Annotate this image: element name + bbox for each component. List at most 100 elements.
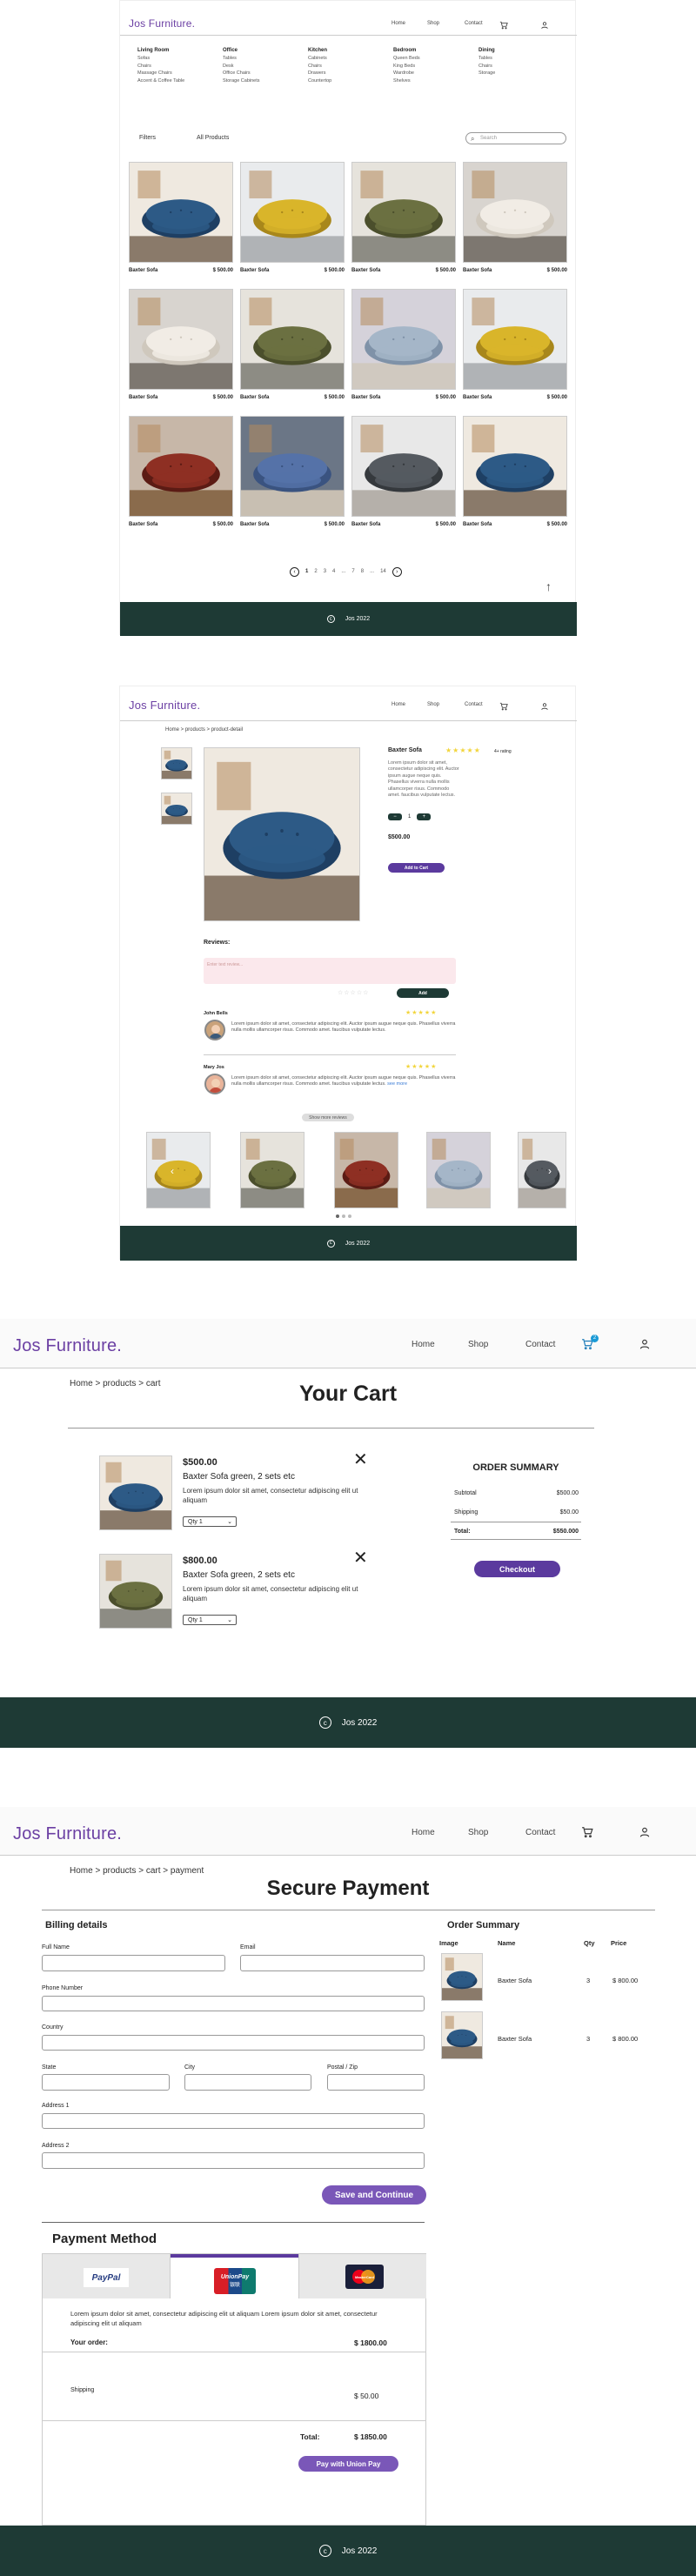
product-image[interactable] bbox=[240, 416, 345, 517]
carousel-dot[interactable] bbox=[342, 1214, 345, 1218]
brand-logo[interactable]: Jos Furniture. bbox=[129, 699, 200, 712]
carousel-item[interactable] bbox=[146, 1132, 211, 1208]
page-number[interactable]: 1 bbox=[305, 569, 308, 574]
nav-home[interactable]: Home bbox=[392, 702, 405, 707]
nav-contact[interactable]: Contact bbox=[525, 1828, 555, 1837]
user-icon[interactable] bbox=[639, 1826, 651, 1843]
menu-item[interactable]: Queen Beds bbox=[393, 56, 476, 61]
product-card[interactable]: Baxter Sofa $ 500.00 bbox=[240, 289, 345, 411]
review-textarea[interactable]: Enter text review... bbox=[204, 958, 456, 984]
product-card[interactable]: Baxter Sofa $ 500.00 bbox=[240, 416, 345, 538]
product-card[interactable]: Baxter Sofa $ 500.00 bbox=[351, 162, 456, 284]
menu-item[interactable]: Tables bbox=[478, 56, 561, 61]
country-field[interactable] bbox=[42, 2035, 425, 2051]
product-image[interactable] bbox=[351, 162, 456, 263]
city-field[interactable] bbox=[184, 2074, 311, 2091]
menu-item[interactable]: Sofas bbox=[137, 56, 220, 61]
page-number[interactable]: 3 bbox=[324, 569, 326, 574]
product-image[interactable] bbox=[129, 416, 233, 517]
product-image[interactable] bbox=[463, 416, 567, 517]
address1-field[interactable] bbox=[42, 2113, 425, 2129]
nav-shop[interactable]: Shop bbox=[468, 1828, 488, 1837]
menu-item[interactable]: Chairs bbox=[308, 64, 391, 69]
product-image[interactable] bbox=[240, 162, 345, 263]
nav-contact[interactable]: Contact bbox=[465, 702, 483, 707]
postal-field[interactable] bbox=[327, 2074, 425, 2091]
search-input[interactable]: ⌕ Search bbox=[465, 132, 566, 144]
page-number[interactable]: 14 bbox=[380, 569, 386, 574]
cart-icon[interactable] bbox=[499, 699, 508, 715]
menu-item[interactable]: Accent & Coffee Table bbox=[137, 78, 220, 84]
full-name-field[interactable] bbox=[42, 1955, 225, 1971]
menu-item[interactable]: Storage Cabinets bbox=[223, 78, 305, 84]
carousel-item[interactable] bbox=[240, 1132, 304, 1208]
product-image[interactable] bbox=[463, 289, 567, 390]
product-image[interactable] bbox=[129, 289, 233, 390]
arrow-up-icon[interactable]: ↑ bbox=[545, 579, 552, 593]
save-continue-button[interactable]: Save and Continue bbox=[322, 2185, 426, 2205]
thumbnail-1[interactable] bbox=[161, 747, 192, 779]
add-review-button[interactable]: Add bbox=[397, 988, 449, 998]
menu-column-title[interactable]: Bedroom bbox=[393, 48, 476, 53]
menu-item[interactable]: Cabinets bbox=[308, 56, 391, 61]
paypal-tab[interactable]: PayPal bbox=[43, 2254, 171, 2298]
product-card[interactable]: Baxter Sofa $ 500.00 bbox=[463, 416, 567, 538]
menu-column-title[interactable]: Dining bbox=[478, 48, 561, 53]
page-number[interactable]: 4 bbox=[332, 569, 335, 574]
menu-item[interactable]: Massage Chairs bbox=[137, 70, 220, 76]
quantity-select[interactable]: Qty 1 ⌄ bbox=[183, 1615, 237, 1625]
carousel-dot[interactable] bbox=[336, 1214, 339, 1218]
nav-shop[interactable]: Shop bbox=[427, 702, 439, 707]
cart-icon[interactable] bbox=[581, 1826, 593, 1843]
nav-shop[interactable]: Shop bbox=[427, 21, 439, 26]
product-card[interactable]: Baxter Sofa $ 500.00 bbox=[463, 289, 567, 411]
carousel-item[interactable] bbox=[334, 1132, 398, 1208]
quantity-select[interactable]: Qty 1 ⌄ bbox=[183, 1516, 237, 1527]
page-number[interactable]: 7 bbox=[351, 569, 354, 574]
product-card[interactable]: Baxter Sofa $ 500.00 bbox=[240, 162, 345, 284]
carousel-next-icon[interactable]: › bbox=[548, 1165, 552, 1177]
phone-field[interactable] bbox=[42, 1996, 425, 2011]
pay-with-unionpay-button[interactable]: Pay with Union Pay bbox=[298, 2456, 398, 2472]
product-card[interactable]: Baxter Sofa $ 500.00 bbox=[129, 416, 233, 538]
page-number[interactable]: 8 bbox=[361, 569, 364, 574]
menu-item[interactable]: Countertop bbox=[308, 78, 391, 84]
next-page-button[interactable]: › bbox=[392, 566, 402, 577]
nav-shop[interactable]: Shop bbox=[468, 1340, 488, 1349]
unionpay-tab[interactable]: UnionPay 银联 bbox=[171, 2254, 298, 2298]
menu-item[interactable]: Tables bbox=[223, 56, 305, 61]
product-card[interactable]: Baxter Sofa $ 500.00 bbox=[351, 289, 456, 411]
review-rating-input[interactable]: ☆☆☆☆☆ bbox=[338, 989, 369, 996]
mastercard-tab[interactable]: MasterCard bbox=[298, 2254, 426, 2298]
user-icon[interactable] bbox=[540, 18, 549, 29]
address2-field[interactable] bbox=[42, 2152, 425, 2169]
brand-logo[interactable]: Jos Furniture. bbox=[13, 1336, 122, 1356]
filters-button[interactable]: Filters bbox=[139, 135, 156, 141]
close-icon[interactable]: ✕ bbox=[353, 1451, 368, 1469]
nav-contact[interactable]: Contact bbox=[465, 21, 483, 26]
menu-item[interactable]: Wardrobe bbox=[393, 70, 476, 76]
email-field[interactable] bbox=[240, 1955, 425, 1971]
close-icon[interactable]: ✕ bbox=[353, 1549, 368, 1567]
add-to-cart-button[interactable]: Add to Cart bbox=[388, 863, 445, 873]
menu-column-title[interactable]: Kitchen bbox=[308, 48, 391, 53]
menu-item[interactable]: Storage bbox=[478, 70, 561, 76]
nav-home[interactable]: Home bbox=[412, 1340, 435, 1349]
product-card[interactable]: Baxter Sofa $ 500.00 bbox=[463, 162, 567, 284]
quantity-stepper[interactable]: − 1 + bbox=[388, 813, 432, 820]
prev-page-button[interactable]: ‹ bbox=[290, 566, 299, 577]
menu-item[interactable]: Desk bbox=[223, 64, 305, 69]
state-field[interactable] bbox=[42, 2074, 170, 2091]
product-image[interactable] bbox=[463, 162, 567, 263]
menu-item[interactable]: Chairs bbox=[478, 64, 561, 69]
user-icon[interactable] bbox=[639, 1338, 651, 1355]
menu-item[interactable]: Office Chairs bbox=[223, 70, 305, 76]
product-image[interactable] bbox=[351, 416, 456, 517]
user-icon[interactable] bbox=[540, 699, 549, 715]
menu-column-title[interactable]: Office bbox=[223, 48, 305, 53]
decrement-button[interactable]: − bbox=[388, 813, 402, 820]
product-image[interactable] bbox=[240, 289, 345, 390]
menu-column-title[interactable]: Living Room bbox=[137, 48, 220, 53]
brand-logo[interactable]: Jos Furniture. bbox=[129, 17, 195, 30]
cart-icon[interactable] bbox=[499, 18, 508, 30]
